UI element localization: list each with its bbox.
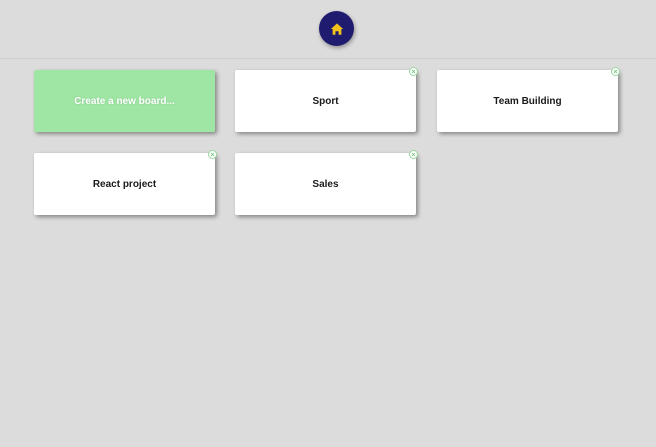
top-bar <box>0 0 656 59</box>
close-circle-icon <box>613 69 618 74</box>
board-tile-sales[interactable]: Sales <box>235 150 418 215</box>
home-icon <box>330 22 343 35</box>
close-circle-icon <box>210 152 215 157</box>
board-title: Team Building <box>493 95 562 107</box>
board-title: React project <box>92 178 157 190</box>
board-tile-react-project[interactable]: React project <box>34 150 217 215</box>
close-circle-icon <box>411 69 416 74</box>
board-tile-sport[interactable]: Sport <box>235 67 418 132</box>
board-title: Sport <box>312 95 339 107</box>
delete-board-button[interactable] <box>409 67 418 76</box>
delete-board-button[interactable] <box>611 67 620 76</box>
create-board-button[interactable]: Create a new board... <box>34 70 215 132</box>
delete-board-button[interactable] <box>409 150 418 159</box>
home-button[interactable] <box>319 11 354 46</box>
create-board-label: Create a new board... <box>74 95 175 107</box>
board-title: Sales <box>312 178 339 190</box>
board-tile-team-building[interactable]: Team Building <box>437 67 620 132</box>
delete-board-button[interactable] <box>208 150 217 159</box>
close-circle-icon <box>411 152 416 157</box>
